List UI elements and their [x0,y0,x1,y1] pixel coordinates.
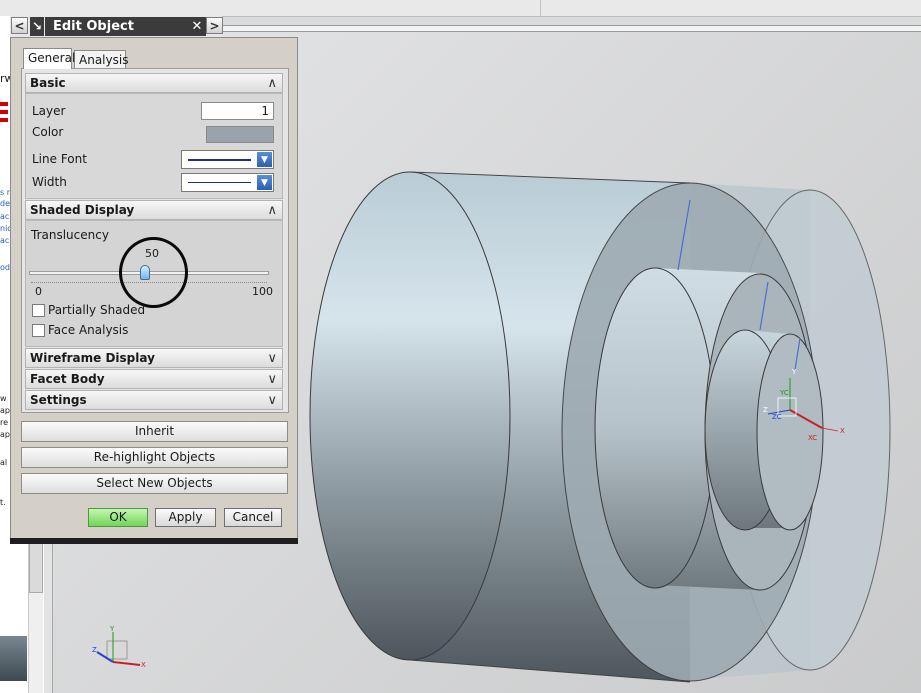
layer-label: Layer [32,104,66,118]
section-shaded-header[interactable]: Shaded Display ∧ [25,200,283,220]
top-strip-separator [540,0,541,16]
dialog-bottom-edge [10,538,298,544]
dialog-title-rule [222,25,921,32]
expand-right-icon[interactable]: > [206,17,223,34]
select-new-objects-button[interactable]: Select New Objects [21,473,288,494]
face-analysis-label: Face Analysis [48,323,129,337]
text-fragment: w [0,394,7,403]
scrollbar-thumb[interactable] [29,536,43,593]
line-font-label: Line Font [32,152,87,166]
rehighlight-objects-button[interactable]: Re-highlight Objects [21,447,288,468]
color-label: Color [32,125,64,139]
chevron-up-icon[interactable]: ∧ [267,201,277,220]
tab-general[interactable]: General [23,48,75,69]
layer-input[interactable]: 1 [201,102,274,120]
face-analysis-checkbox[interactable] [32,324,45,337]
apply-button[interactable]: Apply [155,508,216,527]
link-fragment[interactable]: od [0,263,10,273]
close-icon[interactable]: ✕ [188,17,206,36]
annotation-circle [119,237,188,308]
edit-object-display-dialog: General Analysis Basic ∧ Layer 1 Color L… [10,37,298,543]
partially-shaded-checkbox[interactable] [32,304,45,317]
chevron-down-icon[interactable]: ∨ [267,391,277,410]
section-basic-title: Basic [30,76,66,90]
text-fragment: ap [0,430,10,439]
partially-shaded-label: Partially Shaded [48,303,146,317]
slider-min-label: 0 [35,285,42,298]
cancel-button[interactable]: Cancel [224,508,282,527]
chevron-down-icon[interactable]: ▼ [257,175,272,190]
link-fragment[interactable]: ac [0,236,9,246]
section-shaded-title: Shaded Display [30,203,135,217]
section-basic-body: Layer 1 Color Line Font ▼ Width ▼ [25,93,283,199]
chevron-down-icon[interactable]: ∨ [267,349,277,368]
chevron-down-icon[interactable]: ▼ [257,152,272,167]
width-dropdown[interactable]: ▼ [181,173,274,192]
inherit-button[interactable]: Inherit [21,421,288,442]
section-basic-header[interactable]: Basic ∧ [25,73,283,93]
text-fragment: t. [0,498,6,507]
link-fragment[interactable]: ac [0,212,9,222]
section-wireframe-header[interactable]: Wireframe Display ∨ [25,348,283,368]
collapse-left-icon[interactable]: < [11,17,28,34]
color-swatch[interactable] [206,126,274,143]
tab-analysis[interactable]: Analysis [74,50,128,68]
section-facet-body-header[interactable]: Facet Body ∨ [25,369,283,389]
app-top-strip [0,0,921,17]
text-fragment: ap [0,406,10,415]
section-settings-header[interactable]: Settings ∨ [25,390,283,410]
section-settings-title: Settings [30,393,87,407]
section-wireframe-title: Wireframe Display [30,351,155,365]
ok-button[interactable]: OK [88,508,148,527]
chevron-down-icon[interactable]: ∨ [267,370,277,389]
translucency-label: Translucency [31,228,109,242]
red-logo-icon [0,102,8,122]
model-thumbnail[interactable] [0,636,27,681]
dialog-titlebar[interactable]: < ↘ Edit Object Display ✕ > [10,16,223,53]
slider-max-label: 100 [252,285,273,298]
chevron-up-icon[interactable]: ∧ [267,74,277,93]
line-font-preview [188,159,251,161]
pin-icon[interactable]: ↘ [30,17,44,36]
width-label: Width [32,175,67,189]
text-fragment: re [0,418,9,427]
line-font-dropdown[interactable]: ▼ [181,150,274,169]
dialog-title: Edit Object Display [45,17,188,53]
width-preview [188,182,251,183]
section-facet-body-title: Facet Body [30,372,105,386]
